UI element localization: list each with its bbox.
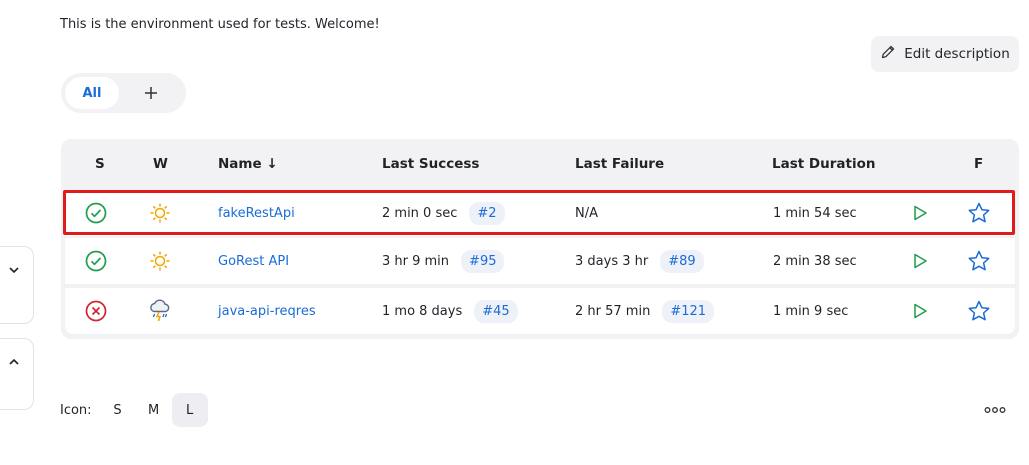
job-link[interactable]: java-api-reqres [218,304,316,319]
weather-sunny-icon [149,238,171,284]
last-failure-time: 3 days 3 hr [575,253,649,269]
last-duration: 1 min 54 sec [773,205,857,221]
icon-size-l[interactable]: L [171,393,208,427]
table-row: GoRest API 3 hr 9 min #95 3 days 3 hr #8… [65,238,1015,284]
star-icon[interactable] [967,288,991,334]
star-icon[interactable] [967,238,991,284]
jobs-table: S W Name ↓ Last Success Last Failure Las… [61,139,1019,339]
header-last-duration[interactable]: Last Duration [772,156,875,172]
collapse-panel-bottom[interactable] [0,338,34,410]
icon-size-selector: Icon: S M L [60,393,208,427]
play-icon[interactable] [911,238,929,284]
build-badge[interactable]: #95 [461,249,505,273]
build-badge[interactable]: #45 [474,299,518,323]
last-duration: 1 min 9 sec [773,303,849,319]
header-status[interactable]: S [95,156,105,172]
table-header: S W Name ↓ Last Success Last Failure Las… [61,139,1019,189]
header-last-success[interactable]: Last Success [382,156,479,172]
icon-size-m[interactable]: M [136,393,172,427]
icon-size-s[interactable]: S [100,393,136,427]
tab-all[interactable]: All [65,77,119,109]
table-row: fakeRestApi 2 min 0 sec #2 N/A 1 min 54 … [65,190,1015,236]
play-icon[interactable] [911,190,929,236]
status-success-icon [85,190,107,236]
ellipsis-icon [984,407,1006,413]
header-weather[interactable]: W [153,156,168,172]
last-failure-time: N/A [575,205,598,221]
add-view-button[interactable] [135,77,167,109]
edit-description-label: Edit description [904,46,1010,62]
job-link[interactable]: GoRest API [218,254,289,269]
last-success-time: 3 hr 9 min [382,253,450,269]
header-name[interactable]: Name ↓ [218,156,278,172]
table-row: java-api-reqres 1 mo 8 days #45 2 hr 57 … [65,288,1015,334]
plus-icon [144,81,158,106]
chevron-down-icon [9,267,19,274]
header-favorite[interactable]: F [974,156,983,172]
last-success-time: 1 mo 8 days [382,303,463,319]
last-duration: 2 min 38 sec [773,253,857,269]
build-badge[interactable]: #121 [662,299,715,323]
last-success-time: 2 min 0 sec [382,205,458,221]
more-options-button[interactable] [982,398,1008,422]
pencil-icon [880,44,896,64]
collapse-panel-top[interactable] [0,246,34,324]
page-description: This is the environment used for tests. … [60,17,380,32]
play-icon[interactable] [911,288,929,334]
build-badge[interactable]: #2 [469,201,505,225]
icon-size-label: Icon: [60,402,92,418]
status-failure-icon [85,288,107,334]
job-link[interactable]: fakeRestApi [218,206,295,221]
last-failure-time: 2 hr 57 min [575,303,651,319]
status-success-icon [85,238,107,284]
chevron-up-icon [9,358,19,365]
build-badge[interactable]: #89 [660,249,704,273]
view-tabs: All [61,73,186,113]
weather-sunny-icon [149,190,171,236]
weather-stormy-icon [148,288,172,334]
star-icon[interactable] [967,190,991,236]
edit-description-button[interactable]: Edit description [871,36,1019,72]
header-last-failure[interactable]: Last Failure [575,156,664,172]
